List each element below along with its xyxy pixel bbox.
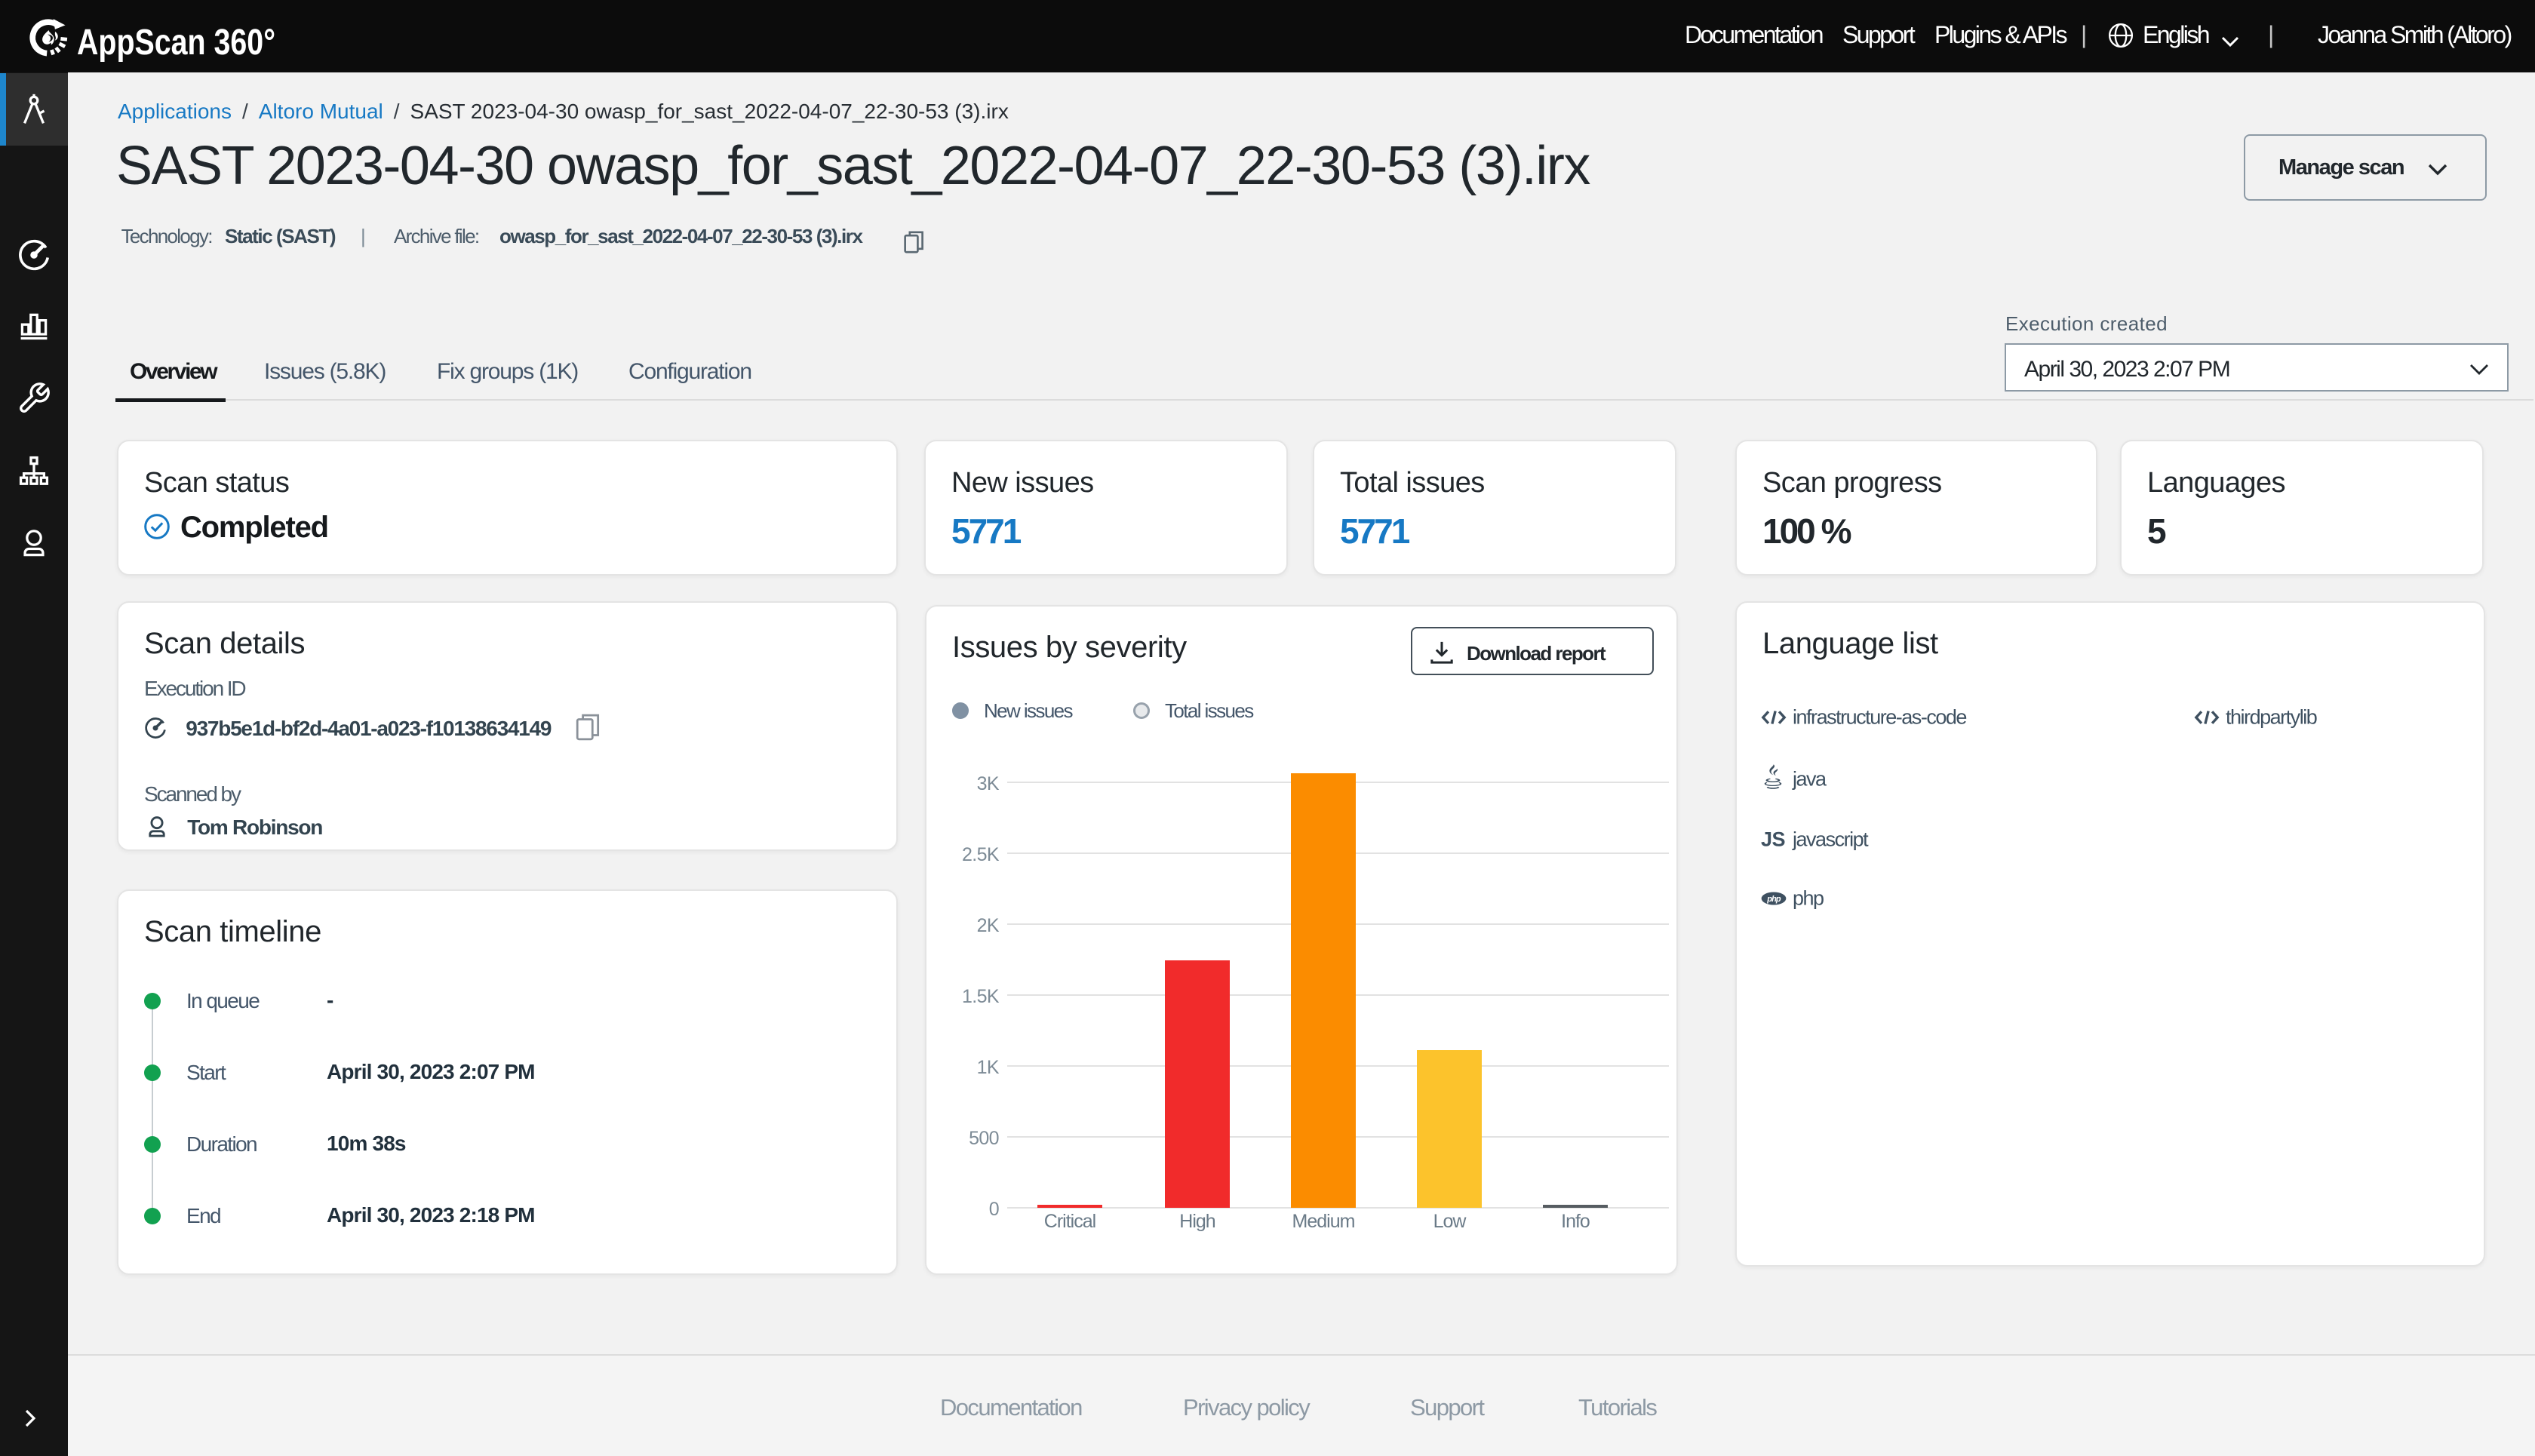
svg-text:0: 0 xyxy=(989,1199,999,1220)
svg-text:3K: 3K xyxy=(977,773,1000,794)
svg-text:2K: 2K xyxy=(977,915,1000,936)
svg-text:php: php xyxy=(1766,895,1781,904)
svg-text:2.5K: 2.5K xyxy=(962,844,1000,865)
svg-text:Low: Low xyxy=(1433,1211,1467,1232)
svg-text:Critical: Critical xyxy=(1044,1211,1095,1232)
svg-text:Info: Info xyxy=(1561,1211,1590,1232)
svg-text:1.5K: 1.5K xyxy=(962,986,1000,1007)
svg-text:Medium: Medium xyxy=(1292,1211,1355,1232)
svg-text:1K: 1K xyxy=(977,1057,1000,1078)
svg-text:500: 500 xyxy=(969,1128,999,1149)
svg-text:High: High xyxy=(1179,1211,1215,1232)
